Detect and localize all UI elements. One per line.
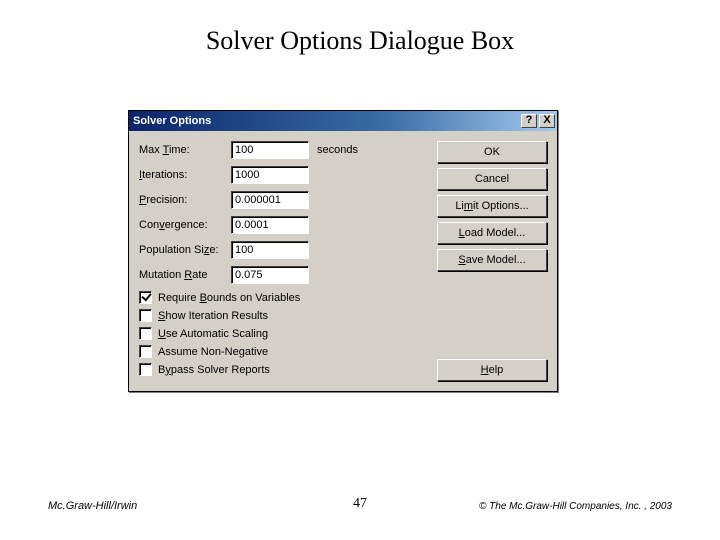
checkbox-non-negative[interactable]: Assume Non-Negative [139, 345, 419, 358]
row-max-time: Max Time: seconds [139, 141, 419, 159]
help-button[interactable]: Help [437, 359, 547, 381]
label-max-time: Max Time: [139, 144, 231, 156]
solver-options-dialog: Solver Options ? X Max Time: seconds Ite… [128, 110, 558, 392]
checkbox-auto-scaling[interactable]: Use Automatic Scaling [139, 327, 419, 340]
cancel-button[interactable]: Cancel [437, 168, 547, 190]
checkbox-label: Require Bounds on Variables [158, 292, 300, 304]
checkbox-label: Show Iteration Results [158, 310, 268, 322]
row-convergence: Convergence: [139, 216, 419, 234]
checkbox-label: Use Automatic Scaling [158, 328, 268, 340]
dialog-title: Solver Options [133, 115, 211, 127]
slide-title: Solver Options Dialogue Box [0, 26, 720, 56]
ok-button[interactable]: OK [437, 141, 547, 163]
label-convergence: Convergence: [139, 219, 231, 231]
input-convergence[interactable] [231, 216, 309, 234]
checkbox-label: Bypass Solver Reports [158, 364, 270, 376]
checkbox-label: Assume Non-Negative [158, 346, 268, 358]
input-population[interactable] [231, 241, 309, 259]
help-icon[interactable]: ? [521, 114, 537, 128]
checkbox-icon [139, 291, 152, 304]
checkbox-icon [139, 327, 152, 340]
checkbox-bypass-reports[interactable]: Bypass Solver Reports [139, 363, 419, 376]
load-model-button[interactable]: Load Model... [437, 222, 547, 244]
close-icon[interactable]: X [539, 114, 555, 128]
row-population: Population Size: [139, 241, 419, 259]
label-seconds: seconds [317, 144, 358, 156]
input-precision[interactable] [231, 191, 309, 209]
checkbox-require-bounds[interactable]: Require Bounds on Variables [139, 291, 419, 304]
titlebar[interactable]: Solver Options ? X [129, 111, 557, 131]
input-mutation[interactable] [231, 266, 309, 284]
label-precision: Precision: [139, 194, 231, 206]
row-mutation: Mutation Rate [139, 266, 419, 284]
label-iterations: Iterations: [139, 169, 231, 181]
input-iterations[interactable] [231, 166, 309, 184]
save-model-button[interactable]: Save Model... [437, 249, 547, 271]
checkbox-icon [139, 345, 152, 358]
footer-right: © The Mc.Graw-Hill Companies, Inc. , 200… [479, 501, 672, 512]
label-mutation: Mutation Rate [139, 269, 231, 281]
checkbox-icon [139, 309, 152, 322]
row-iterations: Iterations: [139, 166, 419, 184]
checkbox-icon [139, 363, 152, 376]
input-max-time[interactable] [231, 141, 309, 159]
row-precision: Precision: [139, 191, 419, 209]
limit-options-button[interactable]: Limit Options... [437, 195, 547, 217]
checkbox-show-iteration[interactable]: Show Iteration Results [139, 309, 419, 322]
label-population: Population Size: [139, 244, 231, 256]
